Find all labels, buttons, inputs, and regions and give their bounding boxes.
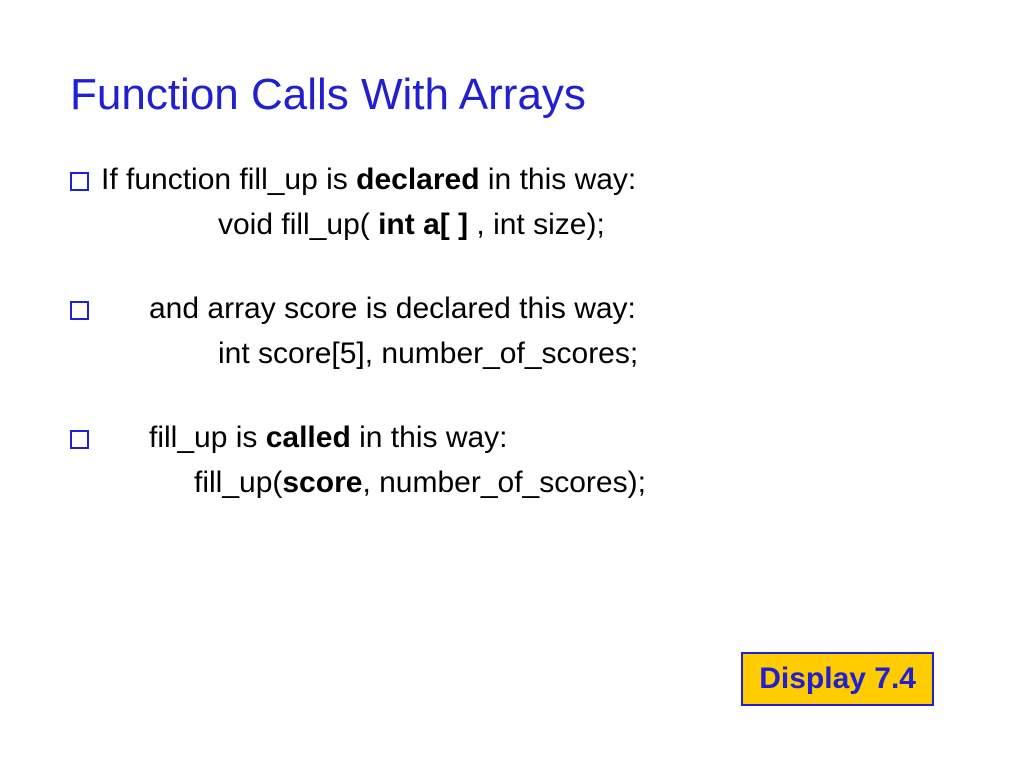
- text-bold: declared: [356, 163, 479, 196]
- slide-title: Function Calls With Arrays: [70, 70, 954, 120]
- text-segment: fill_up(: [194, 466, 282, 499]
- text-segment: , number_of_scores);: [362, 466, 645, 499]
- display-link-button[interactable]: Display 7.4: [741, 652, 934, 706]
- text-segment: fill_up is: [149, 421, 266, 454]
- text-segment: , int size);: [468, 208, 605, 241]
- text-segment: int score[5], number_of_scores;: [218, 337, 638, 370]
- text-segment: If function fill_up is: [101, 163, 356, 196]
- text-segment: void fill_up(: [218, 208, 378, 241]
- bullet-icon: [70, 430, 89, 449]
- text-segment: and array score is declared this way:: [149, 289, 636, 330]
- indented-line: void fill_up( int a[ ] , int size);: [218, 205, 954, 246]
- bullet-text: and array score is declared this way:: [101, 289, 954, 330]
- text-bold: called: [266, 421, 351, 454]
- bullet-text: fill_up is called in this way:: [101, 418, 954, 459]
- bullet-item: and array score is declared this way:: [70, 289, 954, 330]
- text-segment: in this way:: [351, 421, 508, 454]
- text-bold: score: [282, 466, 362, 499]
- bullet-item: fill_up is called in this way:: [70, 418, 954, 459]
- slide-container: Function Calls With Arrays If function f…: [0, 0, 1024, 768]
- indented-line: fill_up(score, number_of_scores);: [194, 463, 954, 504]
- slide-content: If function fill_up is declared in this …: [70, 160, 954, 503]
- indented-line: int score[5], number_of_scores;: [218, 334, 954, 375]
- text-bold: int a[ ]: [378, 208, 468, 241]
- bullet-text: If function fill_up is declared in this …: [101, 160, 954, 201]
- bullet-icon: [70, 172, 89, 191]
- text-segment: in this way:: [480, 163, 637, 196]
- bullet-icon: [70, 301, 89, 320]
- bullet-item: If function fill_up is declared in this …: [70, 160, 954, 201]
